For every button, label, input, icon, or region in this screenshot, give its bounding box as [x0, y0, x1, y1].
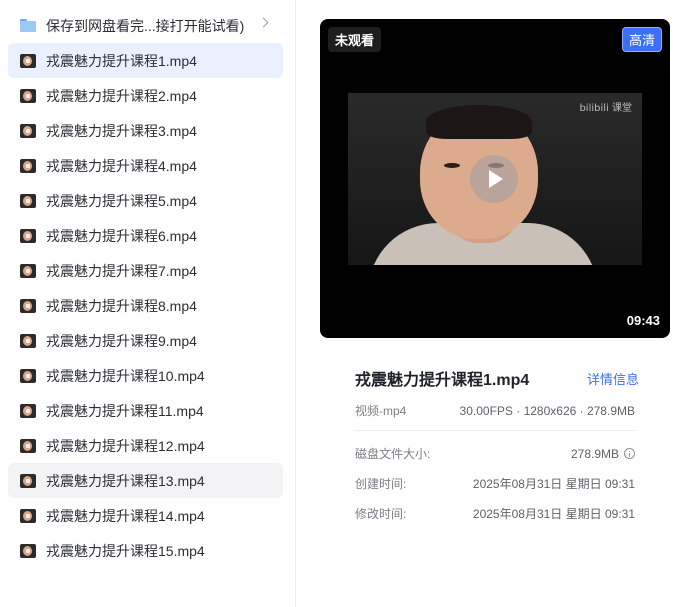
file-name: 戎震魅力提升课程3.mp4	[46, 122, 197, 139]
modified-time-label: 修改时间:	[355, 507, 407, 521]
disk-size-row: 磁盘文件大小: 278.9MB	[355, 445, 635, 462]
file-name: 戎震魅力提升课程8.mp4	[46, 297, 197, 314]
video-thumbnail-icon	[20, 473, 36, 488]
created-time-row: 创建时间: 2025年08月31日 星期日 09:31	[355, 475, 635, 492]
file-name: 戎震魅力提升课程4.mp4	[46, 157, 197, 174]
file-name: 戎震魅力提升课程14.mp4	[46, 507, 205, 524]
details-divider	[355, 430, 635, 431]
file-type: 视频-mp4	[355, 404, 407, 418]
file-name: 戎震魅力提升课程2.mp4	[46, 87, 197, 104]
info-icon[interactable]	[624, 448, 635, 459]
panel-divider	[295, 0, 296, 607]
video-thumbnail-icon	[20, 158, 36, 173]
file-row[interactable]: 戎震魅力提升课程7.mp4	[8, 253, 283, 288]
video-thumbnail-icon	[20, 298, 36, 313]
file-row[interactable]: 戎震魅力提升课程3.mp4	[8, 113, 283, 148]
file-row[interactable]: 戎震魅力提升课程15.mp4	[8, 533, 283, 568]
file-row[interactable]: 戎震魅力提升课程8.mp4	[8, 288, 283, 323]
file-row[interactable]: 戎震魅力提升课程2.mp4	[8, 78, 283, 113]
video-duration: 09:43	[626, 313, 660, 328]
file-name: 戎震魅力提升课程9.mp4	[46, 332, 197, 349]
file-name: 戎震魅力提升课程7.mp4	[46, 262, 197, 279]
video-thumbnail-icon	[20, 333, 36, 348]
video-thumbnail-icon	[20, 228, 36, 243]
unwatched-badge: 未观看	[328, 27, 382, 52]
play-button[interactable]	[470, 155, 518, 203]
file-row[interactable]: 戎震魅力提升课程14.mp4	[8, 498, 283, 533]
file-row[interactable]: 戎震魅力提升课程13.mp4	[8, 463, 283, 498]
created-time-value: 2025年08月31日 星期日 09:31	[472, 477, 635, 491]
video-thumbnail-icon	[20, 88, 36, 103]
file-row[interactable]: 戎震魅力提升课程11.mp4	[8, 393, 283, 428]
modified-time-row: 修改时间: 2025年08月31日 星期日 09:31	[355, 505, 635, 522]
file-row[interactable]: 戎震魅力提升课程6.mp4	[8, 218, 283, 253]
file-name: 戎震魅力提升课程11.mp4	[46, 402, 204, 419]
video-thumbnail-icon	[20, 438, 36, 453]
video-thumbnail-icon	[20, 193, 36, 208]
file-row[interactable]: 戎震魅力提升课程10.mp4	[8, 358, 283, 393]
file-name: 戎震魅力提升课程6.mp4	[46, 227, 197, 244]
file-name: 戎震魅力提升课程12.mp4	[46, 437, 205, 454]
file-row[interactable]: 戎震魅力提升课程1.mp4	[8, 43, 283, 78]
folder-row[interactable]: 保存到网盘看完...接打开能试看)	[8, 8, 283, 43]
file-name: 戎震魅力提升课程5.mp4	[46, 192, 197, 209]
video-thumbnail-icon	[20, 403, 36, 418]
file-list: 保存到网盘看完...接打开能试看) 戎震魅力提升课程1.mp4 戎震魅力提升课程2…	[0, 8, 290, 568]
disk-size-value: 278.9MB	[570, 446, 619, 461]
video-preview[interactable]: bilibili 课堂 未观看 高清 09:43	[320, 19, 670, 338]
file-row[interactable]: 戎震魅力提升课程9.mp4	[8, 323, 283, 358]
bilibili-watermark: bilibili 课堂	[579, 103, 632, 114]
file-name: 戎震魅力提升课程10.mp4	[46, 367, 205, 384]
file-row[interactable]: 戎震魅力提升课程12.mp4	[8, 428, 283, 463]
video-thumbnail-icon	[20, 53, 36, 68]
created-time-label: 创建时间:	[355, 477, 407, 491]
video-thumbnail-icon	[20, 263, 36, 278]
file-row[interactable]: 戎震魅力提升课程5.mp4	[8, 183, 283, 218]
modified-time-value: 2025年08月31日 星期日 09:31	[472, 507, 635, 521]
folder-icon	[20, 19, 36, 32]
file-specs: 30.00FPS · 1280x626 · 278.9MB	[459, 403, 635, 418]
chevron-right-icon[interactable]	[258, 17, 269, 28]
video-thumbnail-icon	[20, 508, 36, 523]
file-name: 戎震魅力提升课程15.mp4	[46, 542, 205, 559]
video-thumbnail-icon	[20, 368, 36, 383]
video-thumbnail-icon	[20, 543, 36, 558]
disk-size-label: 磁盘文件大小:	[355, 447, 431, 461]
file-name: 戎震魅力提升课程13.mp4	[46, 472, 205, 489]
folder-label: 保存到网盘看完...接打开能试看)	[46, 17, 245, 34]
detail-info-link[interactable]: 详情信息	[587, 369, 639, 388]
file-title: 戎震魅力提升课程1.mp4	[355, 372, 530, 389]
file-type-row: 视频-mp4 30.00FPS · 1280x626 · 278.9MB	[355, 402, 635, 419]
play-icon	[489, 170, 503, 188]
video-thumbnail-icon	[20, 123, 36, 138]
file-row[interactable]: 戎震魅力提升课程4.mp4	[8, 148, 283, 183]
file-name: 戎震魅力提升课程1.mp4	[46, 52, 197, 69]
hd-badge[interactable]: 高清	[621, 27, 662, 52]
